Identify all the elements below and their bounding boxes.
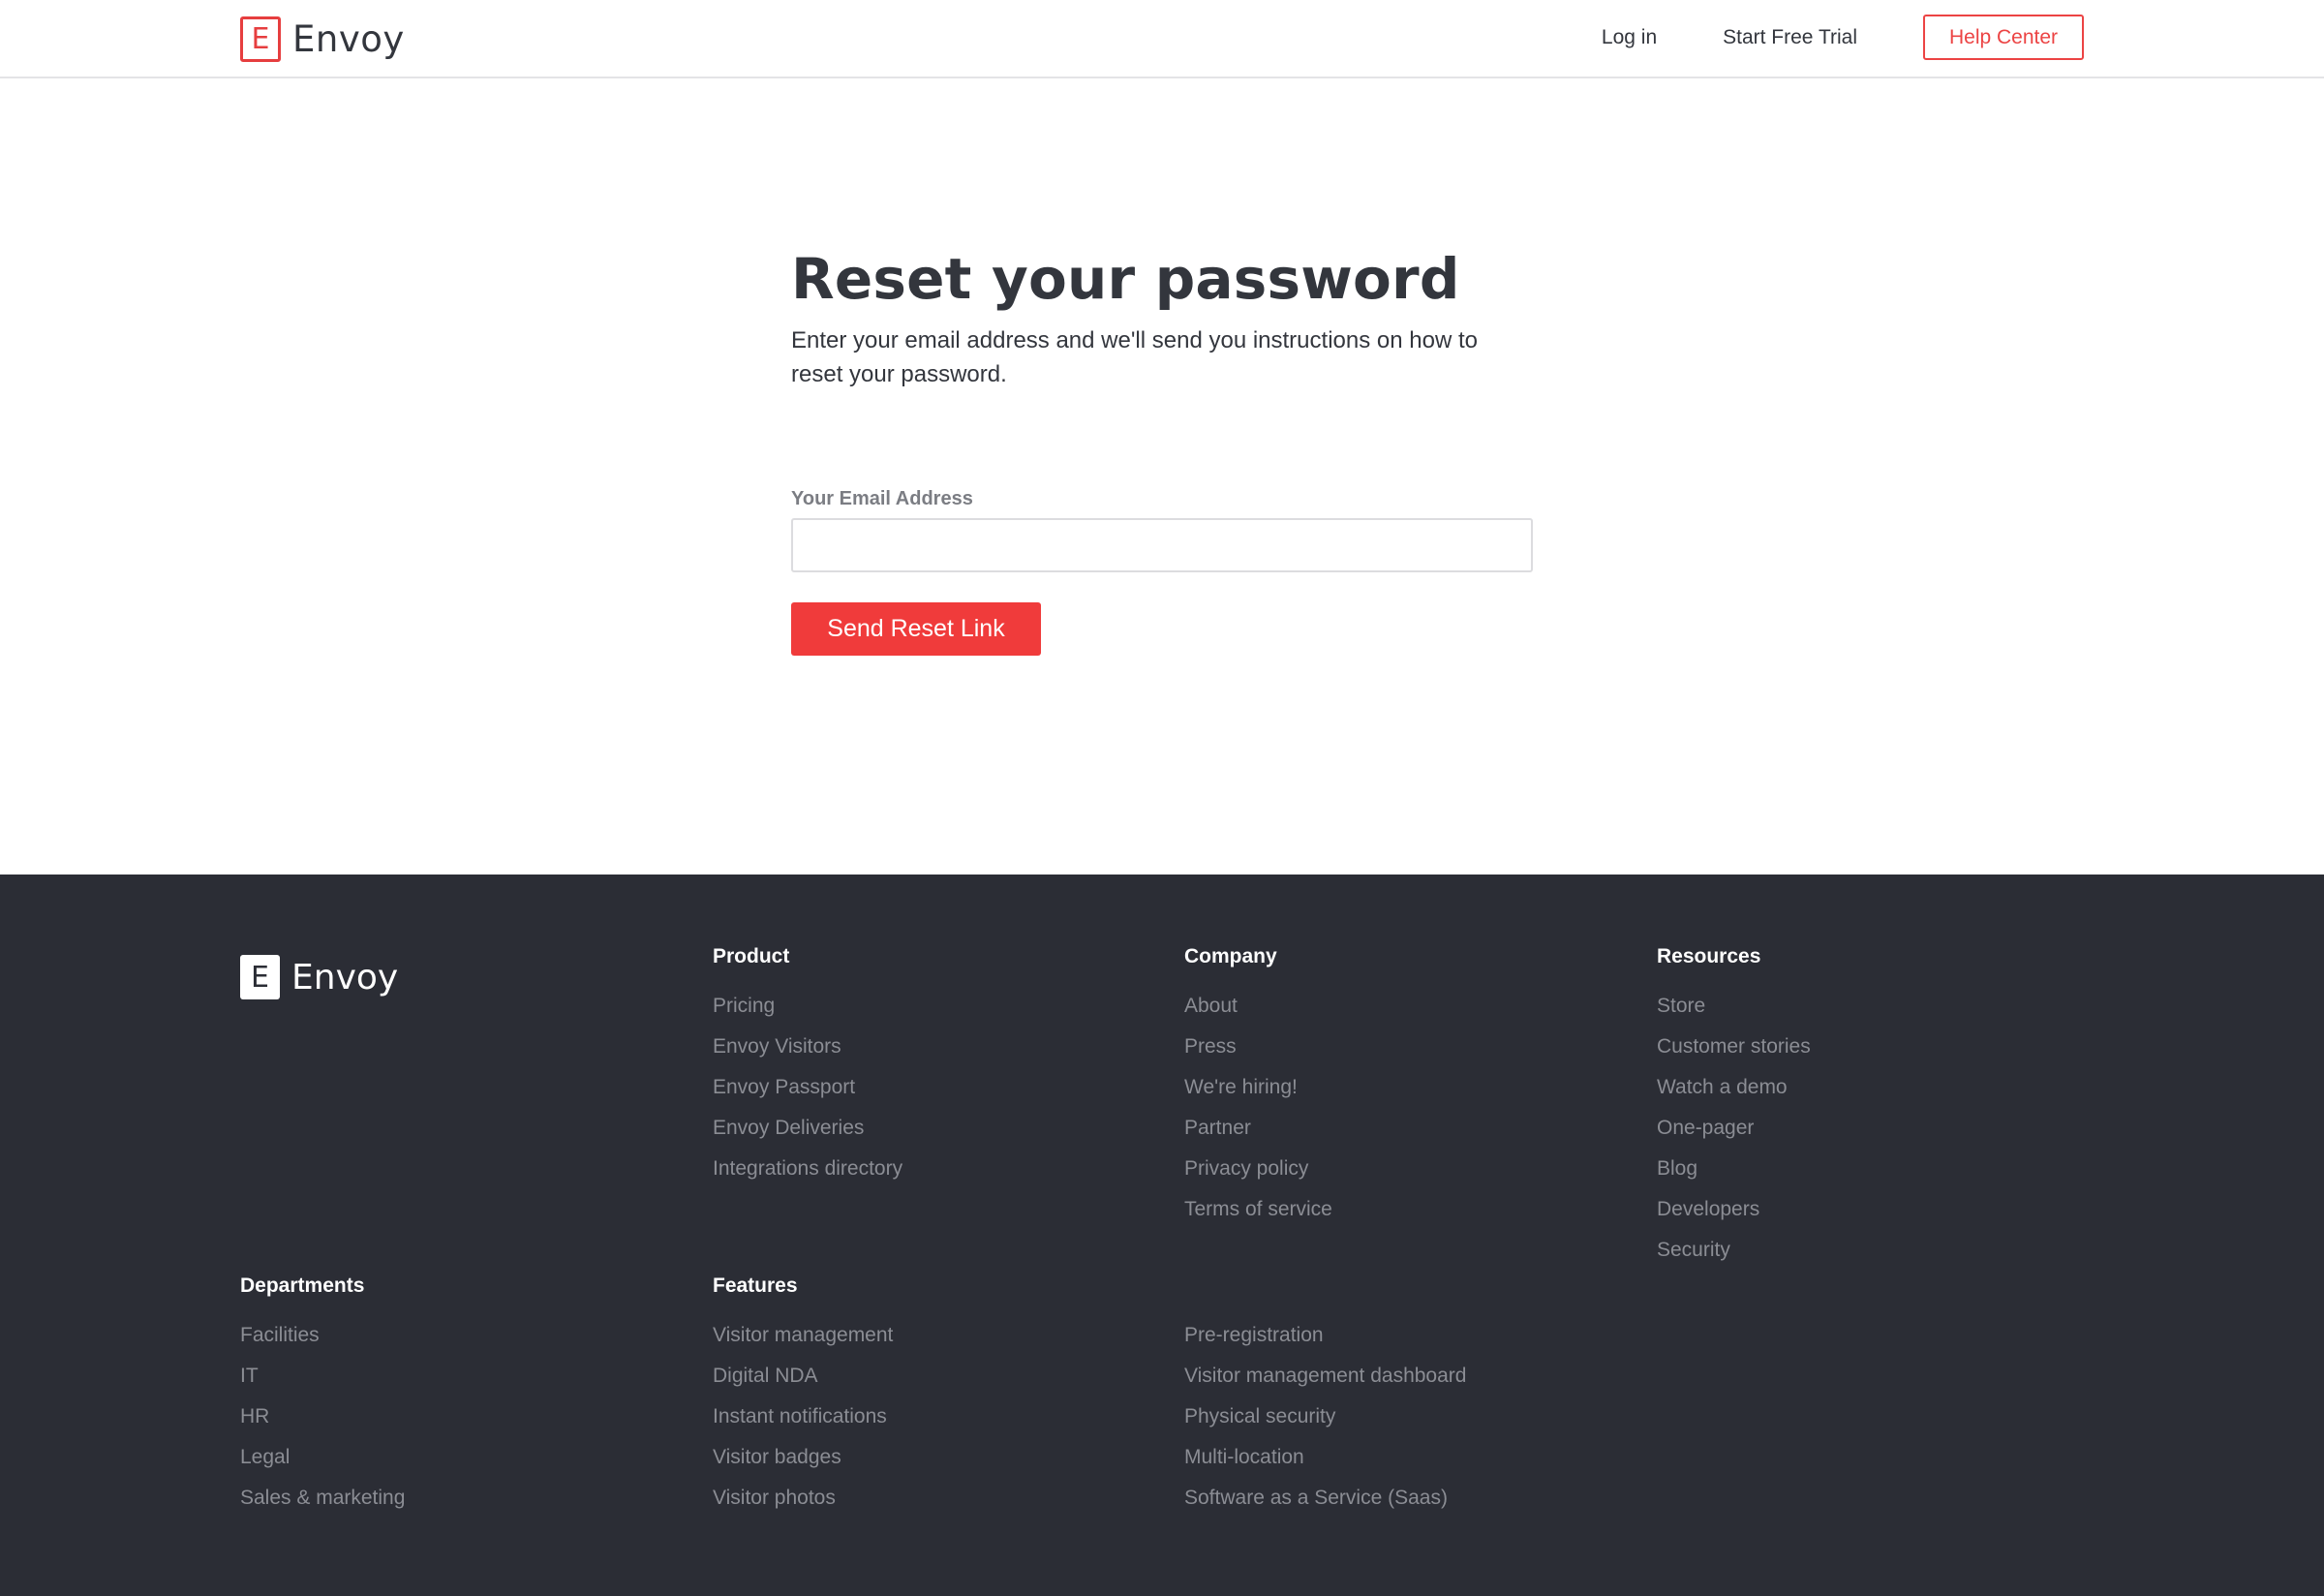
footer-link[interactable]: Visitor management dashboard (1184, 1363, 1466, 1403)
logo-text: Envoy (292, 18, 405, 60)
footer-link[interactable]: One-pager (1657, 1115, 1811, 1155)
footer-link[interactable]: Sales & marketing (240, 1485, 405, 1525)
footer-column-departments: Departments Facilities IT HR Legal Sales… (240, 1274, 405, 1525)
footer-link[interactable]: Visitor management (713, 1322, 893, 1363)
login-link[interactable]: Log in (1602, 26, 1657, 49)
footer-link[interactable]: Pricing (713, 993, 902, 1033)
footer-heading-spacer (1184, 1274, 1466, 1302)
footer-link[interactable]: Privacy policy (1184, 1155, 1332, 1196)
footer-heading-resources: Resources (1657, 945, 1761, 967)
footer-link[interactable]: Store (1657, 993, 1811, 1033)
footer-column-features-more: Pre-registration Visitor management dash… (1184, 1274, 1466, 1525)
footer-column-product: Product Pricing Envoy Visitors Envoy Pas… (713, 945, 902, 1196)
footer-link[interactable]: Facilities (240, 1322, 405, 1363)
page-description: Enter your email address and we'll send … (791, 327, 1478, 387)
footer-link[interactable]: IT (240, 1363, 405, 1403)
footer-link[interactable]: Terms of service (1184, 1196, 1332, 1237)
footer-link[interactable]: Customer stories (1657, 1033, 1811, 1074)
footer-link[interactable]: Partner (1184, 1115, 1332, 1155)
footer-link[interactable]: HR (240, 1403, 405, 1444)
site-footer: E Envoy Product Pricing Envoy Visitors E… (0, 875, 2324, 1596)
footer-heading-features: Features (713, 1274, 798, 1297)
footer-link[interactable]: Watch a demo (1657, 1074, 1811, 1115)
footer-link[interactable]: We're hiring! (1184, 1074, 1332, 1115)
footer-link[interactable]: Digital NDA (713, 1363, 893, 1403)
footer-link[interactable]: Multi-location (1184, 1444, 1466, 1485)
email-label: Your Email Address (791, 488, 973, 509)
send-reset-link-button[interactable]: Send Reset Link (791, 602, 1041, 656)
envoy-logo-icon: E (240, 16, 281, 62)
start-free-trial-link[interactable]: Start Free Trial (1723, 26, 1857, 49)
footer-heading-departments: Departments (240, 1274, 365, 1297)
page-title: Reset your password (791, 246, 1460, 312)
footer-link[interactable]: Security (1657, 1237, 1811, 1277)
footer-link[interactable]: Developers (1657, 1196, 1811, 1237)
footer-link[interactable]: Envoy Deliveries (713, 1115, 902, 1155)
footer-link[interactable]: Press (1184, 1033, 1332, 1074)
footer-logo-text: Envoy (291, 957, 399, 998)
footer-link[interactable]: Pre-registration (1184, 1322, 1466, 1363)
footer-link[interactable]: Visitor photos (713, 1485, 893, 1525)
footer-link[interactable]: Instant notifications (713, 1403, 893, 1444)
footer-link[interactable]: Integrations directory (713, 1155, 902, 1196)
footer-column-features: Features Visitor management Digital NDA … (713, 1274, 893, 1525)
footer-column-resources: Resources Store Customer stories Watch a… (1657, 945, 1811, 1277)
footer-column-company: Company About Press We're hiring! Partne… (1184, 945, 1332, 1237)
reset-password-form: Reset your password Enter your email add… (791, 246, 1546, 656)
footer-link[interactable]: Physical security (1184, 1403, 1466, 1444)
footer-link[interactable]: About (1184, 993, 1332, 1033)
footer-logo[interactable]: E Envoy (240, 955, 398, 999)
footer-link[interactable]: Visitor badges (713, 1444, 893, 1485)
footer-link[interactable]: Envoy Passport (713, 1074, 902, 1115)
footer-link[interactable]: Blog (1657, 1155, 1811, 1196)
footer-link[interactable]: Legal (240, 1444, 405, 1485)
help-center-button[interactable]: Help Center (1923, 15, 2084, 60)
envoy-logo-icon: E (240, 955, 280, 999)
envoy-logo[interactable]: E Envoy (240, 16, 405, 62)
footer-link[interactable]: Envoy Visitors (713, 1033, 902, 1074)
top-nav: Log in Start Free Trial Help Center (1602, 15, 2084, 60)
footer-heading-company: Company (1184, 945, 1277, 967)
email-field[interactable] (791, 518, 1533, 572)
footer-heading-product: Product (713, 945, 790, 967)
footer-link[interactable]: Software as a Service (Saas) (1184, 1485, 1466, 1525)
site-header: E Envoy Log in Start Free Trial Help Cen… (0, 0, 2324, 78)
